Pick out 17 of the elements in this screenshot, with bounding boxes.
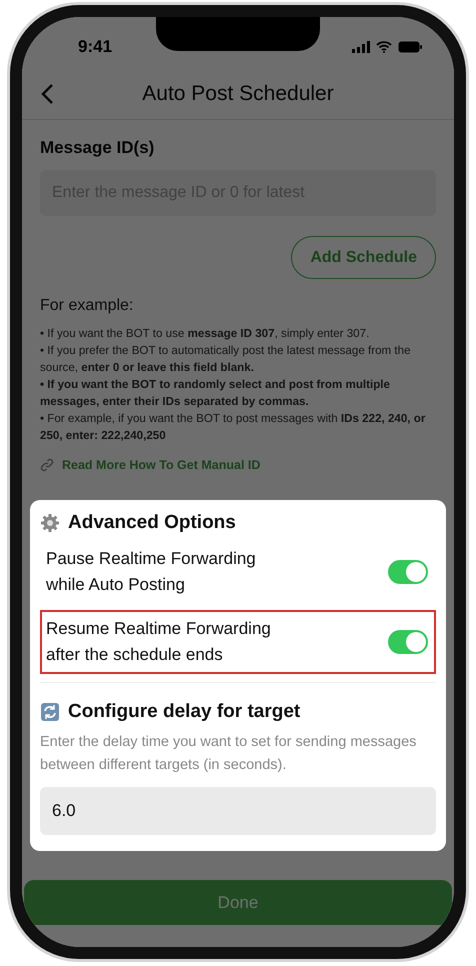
done-button[interactable]: Done	[24, 880, 452, 925]
option-label: Pause Realtime Forwarding while Auto Posting	[46, 548, 257, 596]
example-text: • If you want the BOT to use message ID 307, simply enter 307.	[40, 326, 370, 342]
section-description: Enter the delay time you want to set for sending messages between different targets (in seconds).	[40, 733, 418, 775]
example-text: • For example, if you want the BOT to post messages with IDs 222, 240, or 250, enter: 222,240,250	[40, 411, 426, 444]
examples-title: For example:	[40, 297, 134, 315]
option-label: Resume Realtime Forwarding after the schedule ends	[46, 618, 272, 666]
manual-id-link[interactable]: Read More How To Get Manual ID	[62, 458, 260, 472]
screen-title: Auto Post Scheduler	[142, 82, 334, 106]
delay-field[interactable]: 6.0	[40, 787, 436, 835]
example-text: • If you prefer the BOT to automatically post the latest message from the source, enter 0 or leave this field blank.	[40, 343, 412, 376]
status-time: 9:41	[78, 37, 112, 57]
dialog-title: Advanced Options	[68, 512, 236, 534]
example-text: • If you want the BOT to randomly select and post from multiple messages, enter their IDs separated by commas.	[40, 377, 391, 410]
field-label: Message ID(s)	[40, 138, 156, 158]
add-schedule-button[interactable]: Add Schedule	[291, 236, 436, 279]
section-title: Configure delay for target	[68, 701, 300, 723]
